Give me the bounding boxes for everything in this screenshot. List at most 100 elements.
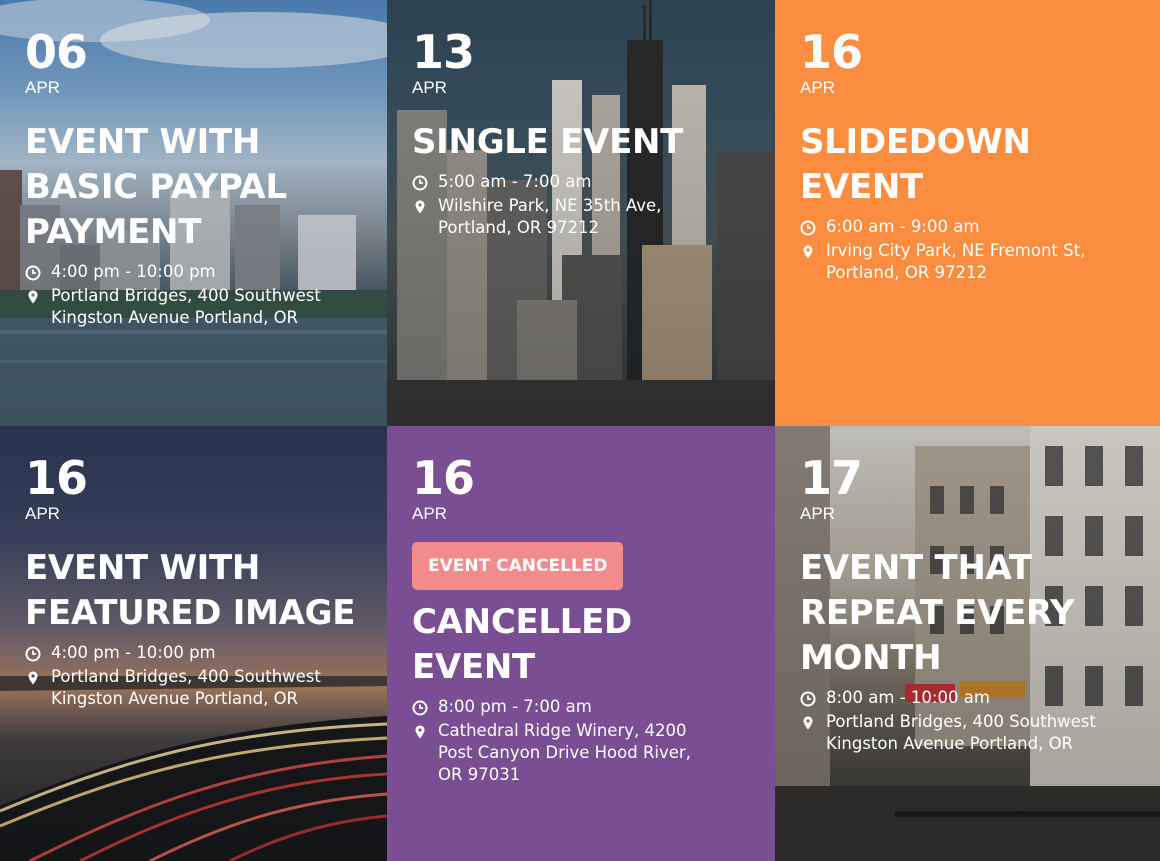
event-content: 16 APR EVENT CANCELLED CANCELLED EVENT 8… <box>412 454 757 786</box>
event-location: Wilshire Park, NE 35th Ave, Portland, OR… <box>438 195 661 239</box>
map-pin-icon <box>800 244 816 260</box>
event-location: Portland Bridges, 400 Southwest Kingston… <box>51 666 321 710</box>
event-time-row: 6:00 am - 9:00 am <box>800 216 1142 238</box>
event-content: 16 APR SLIDEDOWN EVENT 6:00 am - 9:00 am… <box>800 28 1142 284</box>
clock-icon <box>25 265 41 281</box>
event-title-line: REPEAT EVERY <box>800 593 1075 633</box>
event-location: Cathedral Ridge Winery, 4200 Post Canyon… <box>438 720 691 786</box>
event-title[interactable]: SINGLE EVENT <box>412 120 757 165</box>
event-location-row: Portland Bridges, 400 Southwest Kingston… <box>25 666 369 710</box>
event-day: 16 <box>800 25 863 79</box>
event-meta: 4:00 pm - 10:00 pm Portland Bridges, 400… <box>25 642 369 710</box>
event-title[interactable]: EVENT THAT REPEAT EVERY MONTH <box>800 546 1142 681</box>
event-day: 16 <box>412 451 475 505</box>
event-title[interactable]: EVENT WITH FEATURED IMAGE <box>25 546 369 636</box>
event-title-line: EVENT WITH <box>25 548 261 588</box>
event-location-line: Irving City Park, NE Fremont St, <box>826 241 1086 260</box>
event-title-line: SLIDEDOWN <box>800 122 1031 162</box>
event-time-row: 8:00 am - 10:00 am <box>800 687 1142 709</box>
event-time: 5:00 am - 7:00 am <box>438 172 592 191</box>
event-time-row: 5:00 am - 7:00 am <box>412 171 757 193</box>
event-meta: 4:00 pm - 10:00 pm Portland Bridges, 400… <box>25 261 369 329</box>
event-title[interactable]: SLIDEDOWN EVENT <box>800 120 1142 210</box>
event-tile-featured-image[interactable]: 16 APR EVENT WITH FEATURED IMAGE 4:00 pm… <box>0 426 387 861</box>
event-location: Portland Bridges, 400 Southwest Kingston… <box>51 285 321 329</box>
clock-icon <box>25 646 41 662</box>
event-location-line: Wilshire Park, NE 35th Ave, <box>438 196 662 215</box>
event-tile-paypal[interactable]: 06 APR EVENT WITH BASIC PAYPAL PAYMENT 4… <box>0 0 387 426</box>
clock-icon <box>800 691 816 707</box>
event-location-line: Portland Bridges, 400 Southwest <box>826 712 1096 731</box>
event-location-line: Portland Bridges, 400 Southwest <box>51 667 321 686</box>
event-meta: 8:00 pm - 7:00 am Cathedral Ridge Winery… <box>412 696 757 786</box>
event-location-line: Post Canyon Drive Hood River, <box>438 743 691 762</box>
event-location-line: Portland, OR 97212 <box>826 263 988 282</box>
event-month: APR <box>25 78 60 97</box>
event-day: 06 <box>25 25 88 79</box>
event-location: Irving City Park, NE Fremont St, Portlan… <box>826 240 1085 284</box>
clock-icon <box>412 175 428 191</box>
event-title[interactable]: EVENT WITH BASIC PAYPAL PAYMENT <box>25 120 369 255</box>
event-meta: 6:00 am - 9:00 am Irving City Park, NE F… <box>800 216 1142 284</box>
event-location-row: Irving City Park, NE Fremont St, Portlan… <box>800 240 1142 284</box>
event-time: 8:00 pm - 7:00 am <box>438 697 592 716</box>
event-time: 4:00 pm - 10:00 pm <box>51 643 216 662</box>
event-tile-cancelled[interactable]: 16 APR EVENT CANCELLED CANCELLED EVENT 8… <box>387 426 775 861</box>
map-pin-icon <box>800 715 816 731</box>
event-title-line: MONTH <box>800 638 942 678</box>
event-title-line: EVENT <box>412 647 535 687</box>
event-location-line: Kingston Avenue Portland, OR <box>51 689 299 708</box>
event-time-row: 8:00 pm - 7:00 am <box>412 696 757 718</box>
event-time: 8:00 am - 10:00 am <box>826 688 990 707</box>
event-time-row: 4:00 pm - 10:00 pm <box>25 261 369 283</box>
event-title-line: CANCELLED <box>412 602 632 642</box>
event-content: 06 APR EVENT WITH BASIC PAYPAL PAYMENT 4… <box>25 28 369 329</box>
event-location-line: Portland, OR 97212 <box>438 218 600 237</box>
event-month: APR <box>800 78 835 97</box>
map-pin-icon <box>25 670 41 686</box>
clock-icon <box>412 700 428 716</box>
event-time: 6:00 am - 9:00 am <box>826 217 980 236</box>
event-location: Portland Bridges, 400 Southwest Kingston… <box>826 711 1096 755</box>
event-day: 16 <box>25 451 88 505</box>
event-title-line: PAYMENT <box>25 212 202 252</box>
event-location-row: Cathedral Ridge Winery, 4200 Post Canyon… <box>412 720 757 786</box>
events-grid: 06 APR EVENT WITH BASIC PAYPAL PAYMENT 4… <box>0 0 1160 861</box>
map-pin-icon <box>412 724 428 740</box>
event-tile-single[interactable]: 13 APR SINGLE EVENT 5:00 am - 7:00 am Wi… <box>387 0 775 426</box>
event-month: APR <box>800 504 835 523</box>
event-title-line: EVENT THAT <box>800 548 1032 588</box>
event-day: 13 <box>412 25 475 79</box>
event-day: 17 <box>800 451 863 505</box>
event-content: 13 APR SINGLE EVENT 5:00 am - 7:00 am Wi… <box>412 28 757 239</box>
event-location-line: Cathedral Ridge Winery, 4200 <box>438 721 687 740</box>
event-tile-repeat-monthly[interactable]: 17 APR EVENT THAT REPEAT EVERY MONTH 8:0… <box>775 426 1160 861</box>
event-time: 4:00 pm - 10:00 pm <box>51 262 216 281</box>
event-tile-slidedown[interactable]: 16 APR SLIDEDOWN EVENT 6:00 am - 9:00 am… <box>775 0 1160 426</box>
event-title-line: FEATURED IMAGE <box>25 593 356 633</box>
event-content: 17 APR EVENT THAT REPEAT EVERY MONTH 8:0… <box>800 454 1142 755</box>
event-location-row: Wilshire Park, NE 35th Ave, Portland, OR… <box>412 195 757 239</box>
map-pin-icon <box>25 289 41 305</box>
event-month: APR <box>25 504 60 523</box>
event-title-line: SINGLE EVENT <box>412 122 684 162</box>
clock-icon <box>800 220 816 236</box>
event-month: APR <box>412 504 447 523</box>
event-title-line: EVENT WITH <box>25 122 261 162</box>
event-meta: 5:00 am - 7:00 am Wilshire Park, NE 35th… <box>412 171 757 239</box>
event-month: APR <box>412 78 447 97</box>
event-location-line: Kingston Avenue Portland, OR <box>826 734 1074 753</box>
event-cancelled-badge: EVENT CANCELLED <box>412 542 624 590</box>
event-time-row: 4:00 pm - 10:00 pm <box>25 642 369 664</box>
event-title-line: EVENT <box>800 167 923 207</box>
event-content: 16 APR EVENT WITH FEATURED IMAGE 4:00 pm… <box>25 454 369 710</box>
event-location-row: Portland Bridges, 400 Southwest Kingston… <box>800 711 1142 755</box>
event-title-line: BASIC PAYPAL <box>25 167 287 207</box>
event-location-line: OR 97031 <box>438 765 521 784</box>
event-location-line: Kingston Avenue Portland, OR <box>51 308 299 327</box>
event-location-line: Portland Bridges, 400 Southwest <box>51 286 321 305</box>
map-pin-icon <box>412 199 428 215</box>
event-location-row: Portland Bridges, 400 Southwest Kingston… <box>25 285 369 329</box>
event-title[interactable]: CANCELLED EVENT <box>412 600 757 690</box>
event-meta: 8:00 am - 10:00 am Portland Bridges, 400… <box>800 687 1142 755</box>
